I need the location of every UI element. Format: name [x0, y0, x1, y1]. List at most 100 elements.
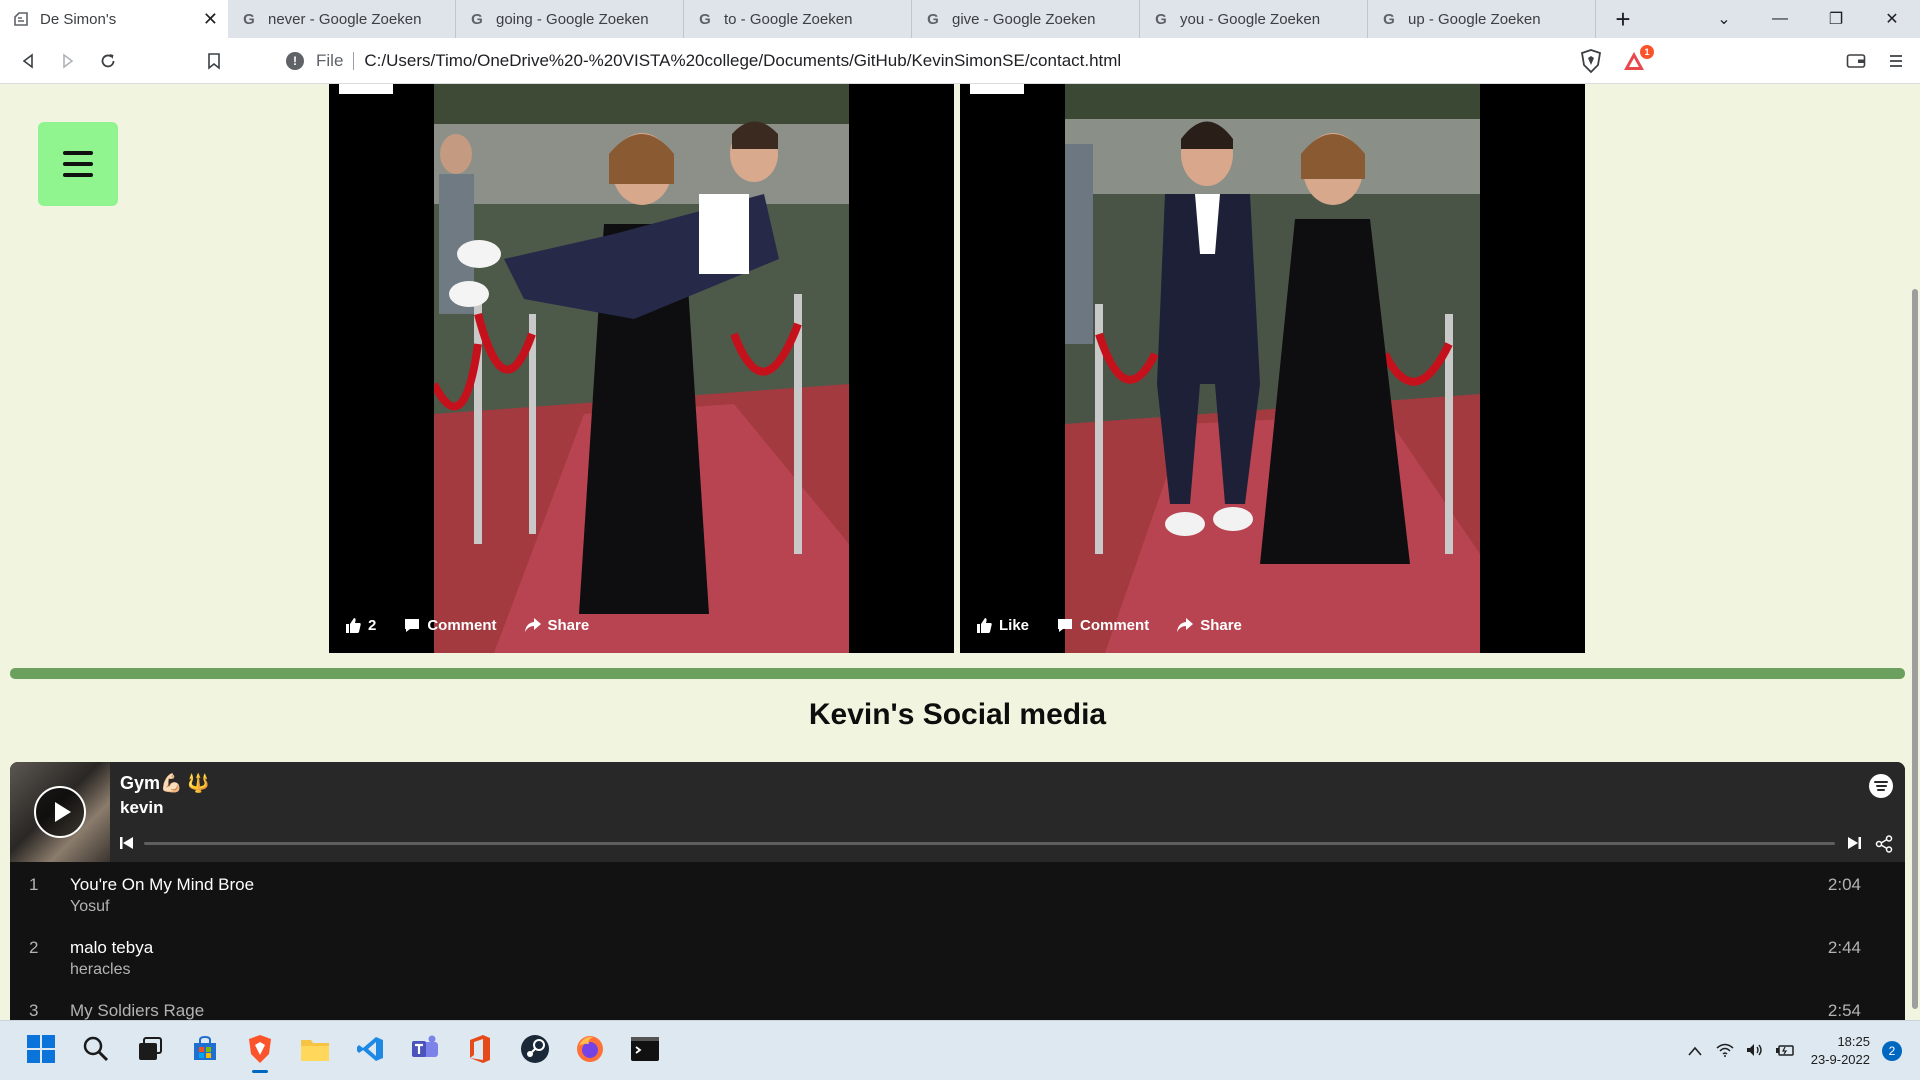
task-view-icon[interactable] — [132, 1031, 168, 1067]
track-row[interactable]: 2 malo tebya heracles 2:44 — [10, 925, 1905, 988]
chevron-up-icon[interactable] — [1681, 1043, 1709, 1059]
tab-title: never - Google Zoeken — [268, 10, 422, 28]
forward-icon[interactable] — [48, 43, 88, 79]
tab-de-simons[interactable]: De Simon's ✕ — [0, 0, 228, 38]
next-track-icon[interactable] — [1847, 836, 1861, 850]
tab-google-never[interactable]: G never - Google Zoeken — [228, 0, 456, 38]
like-button[interactable]: Like — [976, 617, 1029, 634]
tab-google-going[interactable]: G going - Google Zoeken — [456, 0, 684, 38]
firefox-icon[interactable] — [572, 1031, 608, 1067]
bookmark-icon[interactable] — [194, 43, 234, 79]
menu-bar — [63, 151, 93, 155]
google-icon: G — [243, 10, 255, 28]
google-icon: G — [927, 10, 939, 28]
back-icon[interactable] — [8, 43, 48, 79]
system-tray: 18:25 23-9-2022 2 — [1681, 1021, 1920, 1080]
comment-label: Comment — [1080, 617, 1150, 634]
comment-icon — [405, 619, 420, 632]
track-number: 1 — [29, 875, 39, 894]
battery-icon[interactable] — [1771, 1043, 1799, 1060]
window-close-icon[interactable]: ✕ — [1864, 9, 1920, 29]
windows-start-icon[interactable] — [23, 1031, 59, 1067]
photographer-watermark — [339, 84, 393, 94]
comment-button[interactable]: Comment — [404, 617, 497, 634]
tab-google-you[interactable]: G you - Google Zoeken — [1140, 0, 1368, 38]
minimize-icon[interactable]: — — [1752, 10, 1808, 28]
brave-icon[interactable] — [242, 1031, 278, 1073]
playback-controls — [120, 835, 1895, 853]
windows-taskbar: 18:25 23-9-2022 2 — [0, 1020, 1920, 1080]
clock-date: 23-9-2022 — [1810, 1052, 1870, 1067]
tab-google-to[interactable]: G to - Google Zoeken — [684, 0, 912, 38]
track-row[interactable]: 1 You're On My Mind Broe Yosuf 2:04 — [10, 862, 1905, 925]
notification-badge[interactable]: 2 — [1882, 1041, 1902, 1061]
track-name: My Soldiers Rage — [70, 1001, 205, 1020]
track-name: You're On My Mind Broe — [70, 875, 255, 894]
share-label: Share — [1200, 617, 1242, 634]
brave-rewards-icon[interactable]: 1 — [1622, 45, 1654, 72]
close-icon[interactable]: ✕ — [203, 9, 218, 30]
track-duration: 2:04 — [1827, 875, 1861, 894]
red-carpet-photo-standing[interactable] — [1065, 84, 1480, 653]
red-carpet-photo-carried[interactable] — [434, 84, 849, 653]
reload-icon[interactable] — [88, 43, 128, 79]
terminal-icon[interactable] — [627, 1031, 663, 1067]
track-name: malo tebya — [70, 938, 154, 957]
share-button[interactable]: Share — [524, 617, 589, 634]
facebook-post-2[interactable]: Like Comment Share — [960, 84, 1585, 653]
logo-wave — [1874, 781, 1888, 783]
menu-bar — [63, 173, 93, 177]
wallet-icon[interactable] — [1836, 43, 1876, 79]
tab-strip: De Simon's ✕ G never - Google Zoeken G g… — [0, 0, 1920, 38]
restore-icon[interactable]: ❐ — [1808, 9, 1864, 29]
address-bar[interactable]: ! File C:/Users/Timo/OneDrive%20-%20VIST… — [286, 45, 1546, 77]
steam-icon[interactable] — [517, 1031, 553, 1067]
tab-google-give[interactable]: G give - Google Zoeken — [912, 0, 1140, 38]
playlist-name[interactable]: Gym💪🏻 🔱 — [120, 773, 210, 794]
track-duration: 2:54 — [1827, 1001, 1861, 1020]
tab-google-up[interactable]: G up - Google Zoeken — [1368, 0, 1596, 38]
system-clock[interactable]: 18:25 23-9-2022 — [1811, 1033, 1870, 1069]
comment-button[interactable]: Comment — [1057, 617, 1149, 634]
playlist-owner[interactable]: kevin — [120, 798, 163, 818]
facebook-post-1[interactable]: 2 Comment Share — [329, 84, 954, 653]
tab-search-chevron-icon[interactable]: ⌄ — [1696, 9, 1752, 29]
teams-icon[interactable] — [407, 1031, 443, 1067]
page-icon — [12, 10, 30, 28]
tab-title: De Simon's — [40, 10, 117, 28]
tab-title: you - Google Zoeken — [1180, 10, 1321, 28]
track-artist: Yosuf — [70, 898, 110, 915]
tab-title: going - Google Zoeken — [496, 10, 649, 28]
store-icon[interactable] — [187, 1031, 223, 1067]
office-icon[interactable] — [462, 1031, 498, 1067]
volume-icon[interactable] — [1741, 1043, 1769, 1060]
logo-wave — [1875, 785, 1887, 787]
page-content: 2 Comment Share Like Comment Share Kevin… — [0, 84, 1920, 1020]
share-arrow-icon — [1177, 618, 1194, 632]
share-button[interactable]: Share — [1177, 617, 1242, 634]
scrollbar-thumb[interactable] — [1912, 289, 1918, 1009]
search-icon[interactable] — [78, 1031, 114, 1067]
share-arrow-icon — [524, 618, 541, 632]
track-row[interactable]: 3 My Soldiers Rage 2:54 — [10, 988, 1905, 1020]
page-scrollbar[interactable] — [1910, 84, 1920, 1020]
comment-label: Comment — [427, 617, 497, 634]
play-button[interactable] — [34, 786, 86, 838]
google-icon: G — [471, 10, 483, 28]
clock-time: 18:25 — [1837, 1034, 1870, 1049]
url-text[interactable]: C:/Users/Timo/OneDrive%20-%20VISTA%20col… — [364, 51, 1121, 71]
like-button[interactable]: 2 — [345, 617, 376, 634]
browser-toolbar: ! File C:/Users/Timo/OneDrive%20-%20VIST… — [0, 38, 1920, 84]
previous-track-icon[interactable] — [120, 836, 134, 850]
brave-shield-icon[interactable] — [1580, 49, 1602, 73]
progress-bar[interactable] — [144, 842, 1835, 845]
file-explorer-icon[interactable] — [297, 1031, 333, 1067]
wifi-icon[interactable] — [1711, 1043, 1739, 1060]
vscode-icon[interactable] — [352, 1031, 388, 1067]
new-tab-icon[interactable]: + — [1596, 0, 1650, 38]
hamburger-menu-button[interactable] — [38, 122, 118, 206]
browser-menu-icon[interactable] — [1876, 43, 1916, 79]
share-icon[interactable] — [1875, 835, 1893, 853]
info-icon[interactable]: ! — [286, 52, 304, 70]
spotify-logo-icon[interactable] — [1869, 774, 1893, 798]
